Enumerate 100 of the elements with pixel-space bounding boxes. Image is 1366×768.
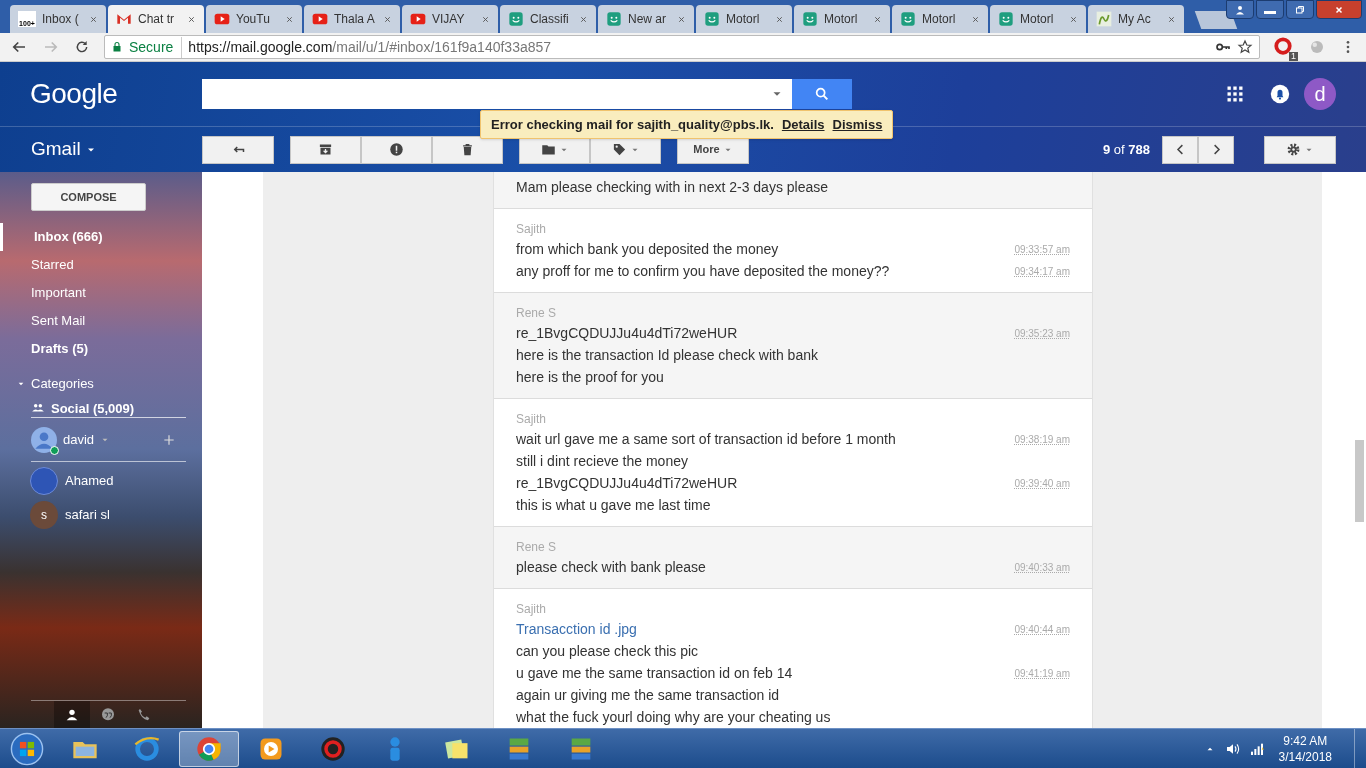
older-button[interactable] xyxy=(1198,135,1234,164)
close-icon[interactable] xyxy=(677,14,686,24)
leaf-icon xyxy=(1096,11,1112,27)
windows-logo-icon xyxy=(10,731,44,766)
search-field[interactable] xyxy=(202,79,792,109)
back-button[interactable] xyxy=(202,135,274,164)
reload-icon[interactable] xyxy=(74,39,90,55)
nav-item[interactable]: Sent Mail xyxy=(0,307,202,335)
browser-tab[interactable]: Thala A xyxy=(304,5,400,33)
smiley-icon xyxy=(802,11,818,27)
message-text: again ur giving me the same transaction id xyxy=(516,685,780,705)
browser-tab[interactable]: New ar xyxy=(598,5,694,33)
nav-item[interactable]: Drafts (5) xyxy=(0,335,202,363)
smiley-icon xyxy=(900,11,916,27)
message-text: this is what u gave me last time xyxy=(516,495,711,515)
extension-button[interactable]: 1 xyxy=(1274,37,1294,57)
message-text: still i dint recieve the money xyxy=(516,451,688,471)
category-item[interactable]: Social (5,009) xyxy=(31,399,186,417)
hangouts-tab[interactable] xyxy=(54,701,90,728)
close-icon[interactable] xyxy=(89,14,98,24)
categories-toggle[interactable]: Categories xyxy=(0,369,202,399)
timestamp: 09:39:40 am xyxy=(1014,476,1070,491)
tab-title: My Ac xyxy=(1118,11,1152,28)
sender-name: Rene S xyxy=(516,539,557,556)
profile-button[interactable] xyxy=(1226,0,1254,19)
close-icon[interactable] xyxy=(579,14,588,24)
close-icon[interactable] xyxy=(383,14,392,24)
address-bar[interactable]: Secure https://mail.google.com/mail/u/1/#inbox/161f9a140f33a857 xyxy=(104,35,1260,59)
sender-name: Rene S xyxy=(516,305,557,322)
close-icon[interactable] xyxy=(1167,14,1176,24)
notice-link[interactable]: Dismiss xyxy=(832,114,883,135)
contact-item[interactable]: Ahamed xyxy=(0,464,202,498)
url-text: https://mail.google.com/mail/u/1/#inbox/161f9a140f33a857 xyxy=(188,37,553,57)
tab-title: Motorl xyxy=(824,11,859,28)
play-icon xyxy=(312,11,328,27)
browser-tab[interactable]: Motorl xyxy=(892,5,988,33)
message-text: here is the proof for you xyxy=(516,367,664,387)
tab-title: Motorl xyxy=(922,11,957,28)
tab-title: Inbox ( xyxy=(42,11,80,28)
attachment-link[interactable]: Transacction id .jpg xyxy=(516,618,637,640)
account-avatar[interactable]: d xyxy=(1304,78,1336,110)
notifications-icon[interactable] xyxy=(1270,84,1290,104)
smiley-icon xyxy=(606,11,622,27)
phone-icon xyxy=(136,706,152,723)
browser-tab[interactable]: My Ac xyxy=(1088,5,1184,33)
close-icon[interactable] xyxy=(1069,14,1078,24)
avatar-photo xyxy=(30,467,58,495)
report-spam-button[interactable] xyxy=(361,135,432,164)
close-icon[interactable] xyxy=(187,14,196,24)
contact-item[interactable]: s safari sl xyxy=(0,498,202,532)
browser-tab[interactable]: VIJAY xyxy=(402,5,498,33)
close-icon[interactable] xyxy=(775,14,784,24)
caret-icon xyxy=(17,380,25,388)
browser-tab[interactable]: Classifi xyxy=(500,5,596,33)
compose-button[interactable]: COMPOSE xyxy=(31,183,146,211)
browser-tab[interactable]: Motorl xyxy=(990,5,1086,33)
star-icon[interactable] xyxy=(1237,39,1253,55)
sender-name: Sajith xyxy=(516,411,547,428)
timestamp: 09:40:33 am xyxy=(1014,560,1070,575)
play-icon xyxy=(410,11,426,27)
ring-icon xyxy=(319,734,347,763)
scrollbar-thumb[interactable] xyxy=(1355,440,1364,522)
timestamp: 09:40:44 am xyxy=(1014,622,1070,637)
message-text: u gave me the same transaction id on feb 14 xyxy=(516,663,793,683)
close-icon[interactable] xyxy=(971,14,980,24)
newer-button[interactable] xyxy=(1162,135,1198,164)
speech-bubble-icon xyxy=(100,706,116,723)
close-icon[interactable] xyxy=(285,14,294,24)
browser-tab[interactable]: YouTu xyxy=(206,5,302,33)
sender-name: Sajith xyxy=(516,601,547,618)
close-icon[interactable] xyxy=(873,14,882,24)
browser-tab[interactable]: Motorl xyxy=(696,5,792,33)
message-text: here is the transaction Id please check with bank xyxy=(516,345,818,365)
close-button[interactable] xyxy=(1316,0,1362,19)
browser-tab[interactable]: Chat tr xyxy=(108,5,204,33)
settings-button[interactable] xyxy=(1264,135,1336,164)
timestamp: 09:33:57 am xyxy=(1014,242,1070,257)
secure-label: Secure xyxy=(129,36,183,58)
browser-tab[interactable]: Motorl xyxy=(794,5,890,33)
close-icon[interactable] xyxy=(481,14,490,24)
taskbar-app[interactable] xyxy=(179,730,239,767)
notice-link[interactable]: Details xyxy=(781,114,825,135)
archive-button[interactable] xyxy=(290,135,361,164)
gmail-menu[interactable]: Gmail xyxy=(0,135,202,164)
smiley-icon xyxy=(508,11,524,27)
ring-icon xyxy=(1274,37,1292,55)
minimize-button[interactable] xyxy=(1256,0,1284,19)
nav-item[interactable]: Important xyxy=(0,279,202,307)
apps-grid-icon[interactable] xyxy=(1225,84,1245,104)
contact-avatar: s xyxy=(30,501,58,529)
search-button[interactable] xyxy=(792,79,852,109)
nav-item[interactable]: Starred xyxy=(0,251,202,279)
smiley-icon xyxy=(704,11,720,27)
user-name: david xyxy=(63,430,95,449)
restore-button[interactable] xyxy=(1286,0,1314,19)
trash-icon xyxy=(460,142,475,157)
play-icon xyxy=(214,11,230,27)
clock[interactable]: 9:42 AM 3/14/2018 xyxy=(1278,732,1332,765)
notice-text: Error checking mail for sajith_quality@pbs.lk. xyxy=(491,115,774,134)
delete-button[interactable] xyxy=(432,135,503,164)
